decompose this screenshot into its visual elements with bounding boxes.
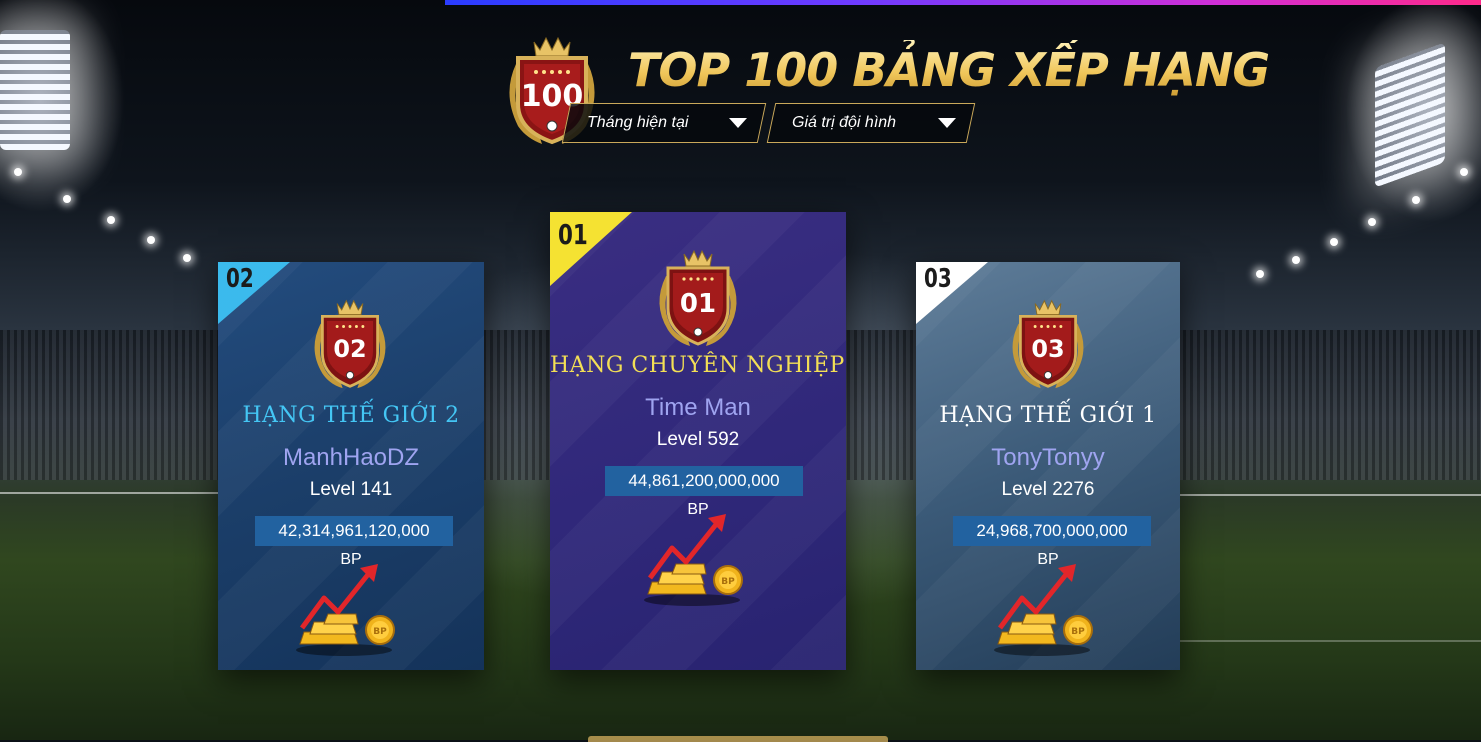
stadium-light: [1330, 238, 1338, 246]
team-value: 24,968,700,000,000: [953, 516, 1151, 546]
field-line: [0, 492, 220, 494]
team-value: 44,861,200,000,000: [605, 466, 803, 496]
stadium-light: [1368, 218, 1376, 226]
floodlight-left: [0, 30, 70, 150]
stadium-light: [183, 254, 191, 262]
player-name: Time Man: [645, 394, 751, 421]
bp-gold-growth-icon: [294, 554, 404, 658]
month-filter-dropdown[interactable]: Tháng hiện tại: [561, 103, 767, 143]
criteria-filter-value: Giá trị đội hình: [792, 114, 897, 131]
player-tier: HẠNG THẾ GIỚI 2: [242, 403, 460, 428]
chevron-down-icon: [938, 118, 956, 128]
stadium-light: [14, 168, 22, 176]
player-tier: HẠNG THẾ GIỚI 1: [939, 403, 1157, 428]
rank-badge-icon: 01: [648, 248, 748, 348]
bp-gold-growth-icon: [642, 504, 752, 608]
player-level: Level 141: [309, 479, 393, 500]
leaderboard-card-rank-2[interactable]: 02 02 HẠNG THẾ GIỚI 2 ManhHaoDZ Level 14…: [218, 262, 484, 670]
badge-number: 02: [333, 335, 366, 363]
page-title: TOP 100 BẢNG XẾP HẠNG: [628, 40, 1270, 100]
team-value: 42,314,961,120,000: [255, 516, 453, 546]
bottom-tab-edge: [588, 736, 888, 742]
rank-number: 03: [924, 264, 952, 294]
player-name: ManhHaoDZ: [282, 444, 420, 471]
player-level: Level 2276: [1001, 479, 1095, 500]
stadium-light: [1460, 168, 1468, 176]
leaderboard-card-rank-1[interactable]: 01 01 HẠNG CHUYÊN NGHIỆP 2 Time Man Leve…: [550, 212, 846, 670]
leaderboard-card-rank-3[interactable]: 03 03 HẠNG THẾ GIỚI 1 TonyTonyy Level 22…: [916, 262, 1180, 670]
stadium-light: [147, 236, 155, 244]
player-name: TonyTonyy: [991, 444, 1105, 471]
stadium-light: [1256, 270, 1264, 278]
floodlight-right: [1375, 42, 1445, 188]
top-accent-bar: [445, 0, 1481, 5]
badge-number: 01: [680, 289, 716, 319]
rank-badge-icon: 03: [1002, 298, 1094, 390]
stadium-light: [63, 195, 71, 203]
player-level: Level 592: [656, 429, 740, 450]
bp-gold-growth-icon: [992, 554, 1102, 658]
rank-number: 01: [558, 218, 588, 251]
field-line: [1180, 640, 1481, 642]
chevron-down-icon: [729, 118, 747, 128]
month-filter-value: Tháng hiện tại: [587, 114, 689, 131]
badge-number: 03: [1031, 335, 1064, 363]
stadium-light: [1292, 256, 1300, 264]
rank-badge-icon: 02: [304, 298, 396, 390]
field-line: [1180, 494, 1481, 496]
stadium-light: [107, 216, 115, 224]
stadium-light: [1412, 196, 1420, 204]
player-tier: HẠNG CHUYÊN NGHIỆP 2: [550, 353, 846, 378]
rank-number: 02: [226, 264, 254, 294]
criteria-filter-dropdown[interactable]: Giá trị đội hình: [766, 103, 976, 143]
